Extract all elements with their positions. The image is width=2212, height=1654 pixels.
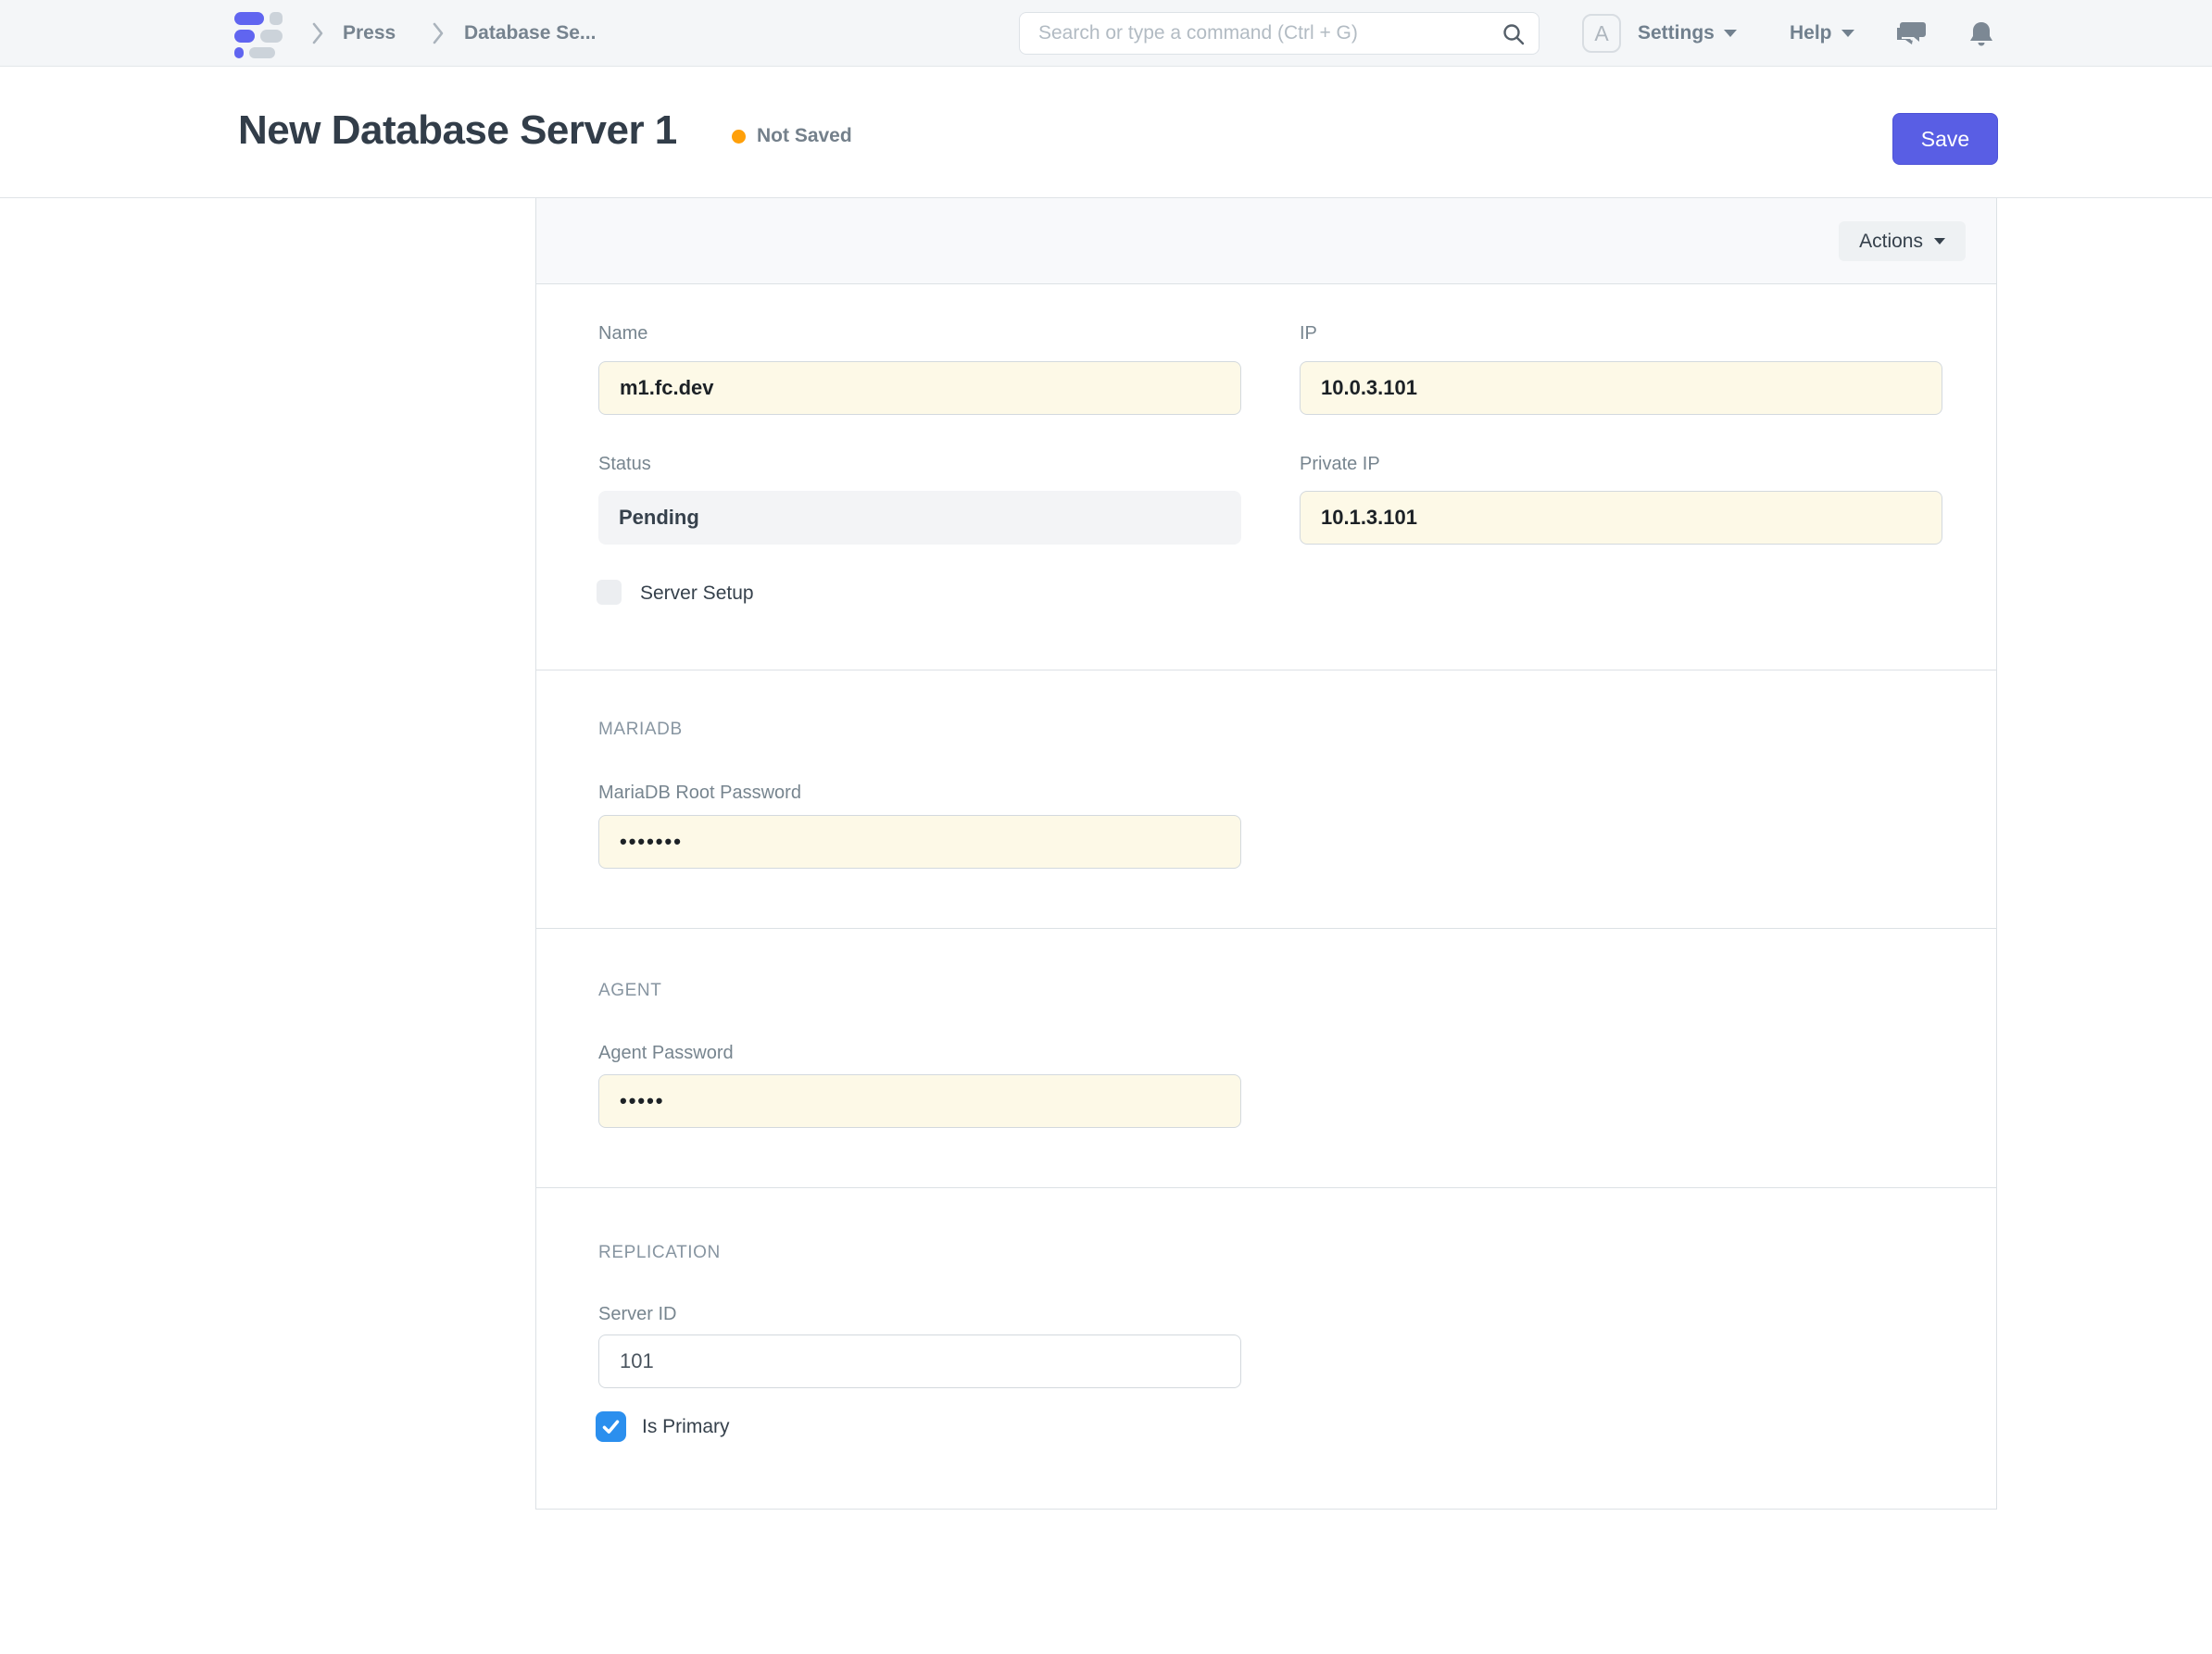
- search-input[interactable]: [1038, 13, 1492, 54]
- page-header: New Database Server 1 Not Saved Save: [0, 67, 2212, 198]
- notifications-bell-icon[interactable]: [1966, 20, 1997, 48]
- page-title: New Database Server 1: [238, 107, 677, 154]
- status-value: Pending: [598, 491, 1241, 545]
- form-toolbar: Actions: [536, 198, 1996, 284]
- chevron-down-icon: [1841, 30, 1854, 37]
- settings-label: Settings: [1638, 22, 1715, 44]
- server-id-label: Server ID: [598, 1304, 676, 1325]
- server-id-input[interactable]: [598, 1334, 1241, 1388]
- actions-button[interactable]: Actions: [1839, 221, 1966, 261]
- name-input[interactable]: [598, 361, 1241, 415]
- breadcrumb-database-server[interactable]: Database Se...: [464, 22, 596, 44]
- mariadb-root-password-label: MariaDB Root Password: [598, 783, 801, 804]
- status-label: Status: [598, 454, 651, 475]
- chevron-right-icon: [430, 20, 446, 46]
- agent-password-label: Agent Password: [598, 1043, 734, 1064]
- save-button[interactable]: Save: [1892, 113, 1998, 165]
- ip-input[interactable]: [1300, 361, 1942, 415]
- is-primary-label: Is Primary: [642, 1416, 730, 1438]
- search-icon: [1502, 22, 1526, 46]
- unsaved-indicator-label: Not Saved: [757, 125, 852, 147]
- screen: Press Database Se... A Settings Help: [0, 0, 2212, 1654]
- section-divider: [536, 1187, 1996, 1188]
- chevron-right-icon: [309, 20, 326, 46]
- actions-label: Actions: [1859, 231, 1923, 253]
- private-ip-label: Private IP: [1300, 454, 1380, 475]
- replication-section-heading: REPLICATION: [598, 1243, 721, 1263]
- help-label: Help: [1790, 22, 1832, 44]
- agent-section-heading: AGENT: [598, 981, 661, 1001]
- settings-menu[interactable]: Settings: [1638, 22, 1737, 44]
- chevron-down-icon: [1724, 30, 1737, 37]
- private-ip-input[interactable]: [1300, 491, 1942, 545]
- checkmark-icon: [601, 1417, 621, 1436]
- form-card: Actions Name IP Status Pending Private I…: [535, 198, 1997, 1510]
- avatar-letter: A: [1594, 21, 1608, 46]
- global-search: [1019, 12, 1540, 55]
- mariadb-root-password-input[interactable]: •••••••: [598, 815, 1241, 869]
- name-label: Name: [598, 323, 647, 345]
- unsaved-indicator-dot: [732, 130, 746, 144]
- breadcrumb-press[interactable]: Press: [343, 22, 396, 44]
- help-menu[interactable]: Help: [1790, 22, 1854, 44]
- chevron-down-icon: [1934, 238, 1945, 244]
- navbar: Press Database Se... A Settings Help: [0, 0, 2212, 67]
- is-primary-checkbox[interactable]: [596, 1411, 626, 1442]
- mariadb-section-heading: MARIADB: [598, 720, 683, 740]
- section-divider: [536, 928, 1996, 929]
- avatar[interactable]: A: [1582, 14, 1621, 53]
- app-logo-icon[interactable]: [234, 12, 299, 56]
- feedback-chat-icon[interactable]: [1895, 20, 1927, 48]
- ip-label: IP: [1300, 323, 1317, 345]
- server-setup-checkbox[interactable]: [597, 580, 622, 605]
- agent-password-input[interactable]: •••••: [598, 1074, 1241, 1128]
- server-setup-label: Server Setup: [640, 583, 754, 605]
